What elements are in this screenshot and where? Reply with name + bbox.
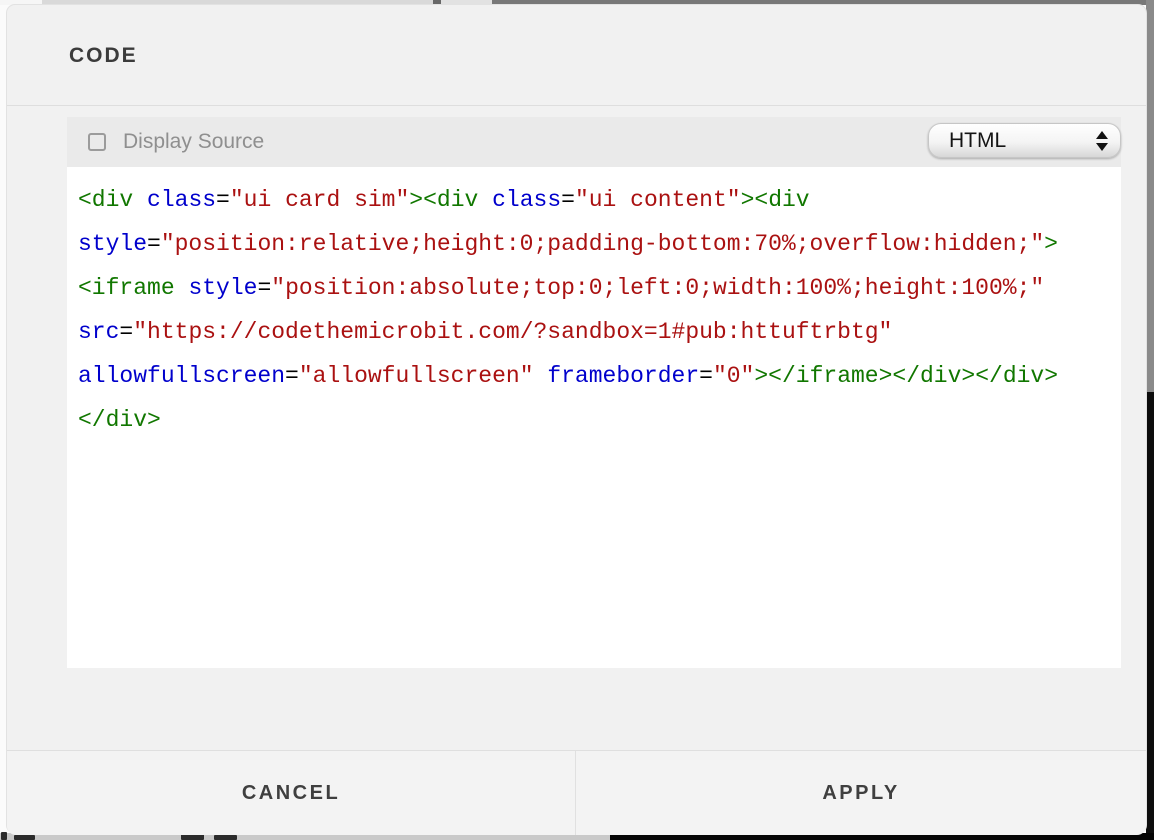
underlying-text-fragment: [14, 835, 35, 840]
code-line: <div class="ui card sim"><div class="ui …: [78, 178, 1110, 222]
underlying-page-right-edge: [1146, 392, 1154, 840]
code-line: style="position:relative;height:0;paddin…: [78, 222, 1110, 266]
apply-button[interactable]: APPLY: [576, 751, 1146, 835]
code-line: src="https://codethemicrobit.com/?sandbo…: [78, 310, 1110, 354]
language-select[interactable]: HTML: [928, 123, 1121, 158]
language-select-value: HTML: [949, 124, 1006, 157]
code-line: </div>: [78, 398, 1110, 442]
code-line: allowfullscreen="allowfullscreen" frameb…: [78, 354, 1110, 398]
editor-toolbar: Display Source HTML: [67, 117, 1121, 167]
modal-header: CODE: [7, 5, 1146, 106]
select-arrows-icon: [1095, 130, 1107, 152]
code-area[interactable]: <div class="ui card sim"><div class="ui …: [67, 167, 1121, 668]
code-line: <iframe style="position:absolute;top:0;l…: [78, 266, 1110, 310]
display-source-checkbox[interactable]: [88, 133, 106, 151]
underlying-text-fragment: [214, 835, 237, 840]
modal-title: CODE: [69, 5, 138, 106]
modal-footer: CANCEL APPLY: [7, 750, 1146, 835]
screen: CODE Display Source HTML <div class="ui …: [0, 0, 1154, 840]
display-source-label[interactable]: Display Source: [123, 117, 264, 167]
underlying-page-right-edge: [1146, 0, 1154, 392]
code-modal: CODE Display Source HTML <div class="ui …: [6, 4, 1147, 834]
cancel-button[interactable]: CANCEL: [7, 751, 576, 835]
